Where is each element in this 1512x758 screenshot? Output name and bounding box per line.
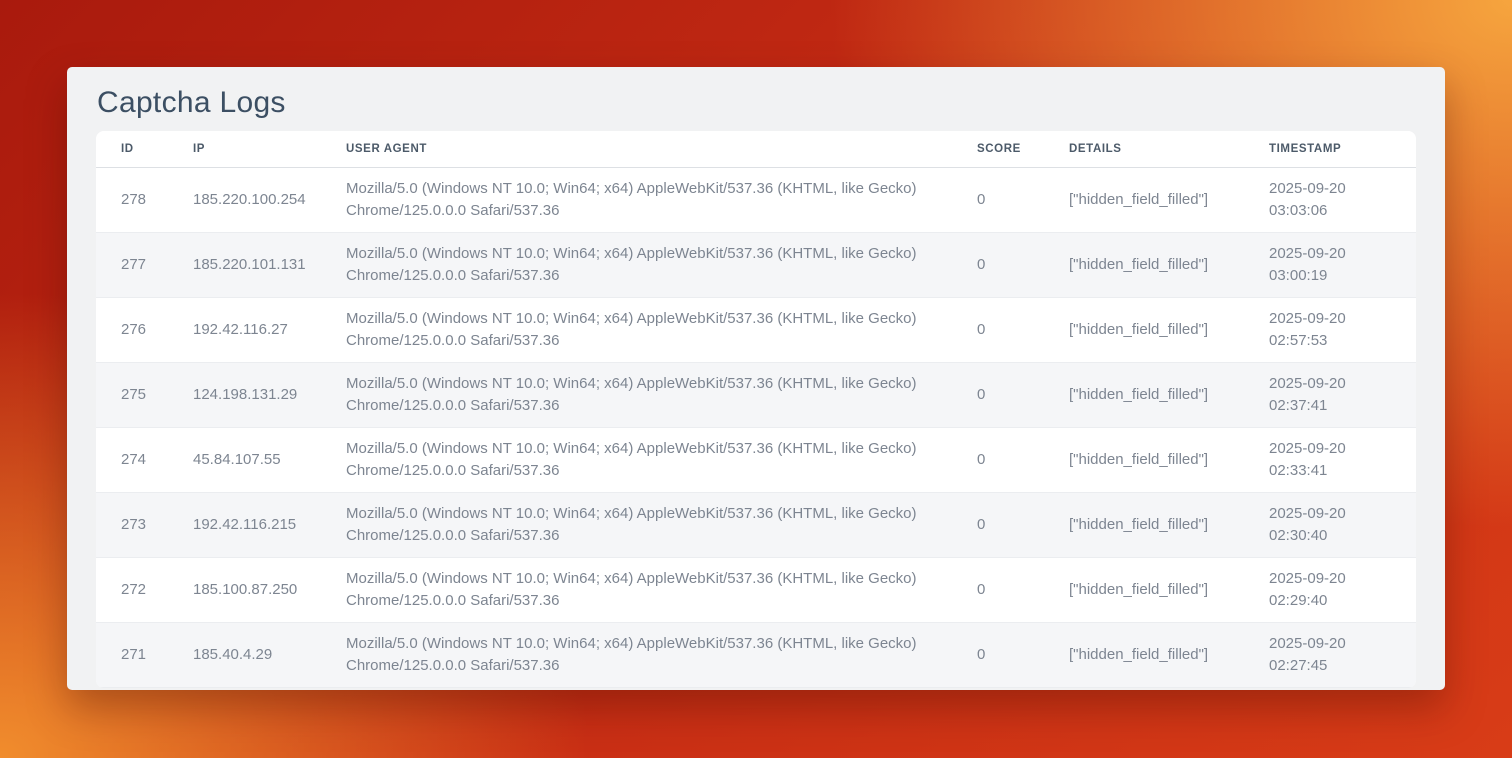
captcha-logs-card: Captcha Logs ID IP USER AGENT SCORE DETA… [67, 67, 1445, 690]
cell-score: 0 [977, 623, 1069, 688]
cell-ip: 185.220.101.131 [193, 233, 346, 298]
cell-id: 271 [96, 623, 193, 688]
cell-ip: 185.220.100.254 [193, 168, 346, 233]
cell-score: 0 [977, 298, 1069, 363]
cell-details: ["hidden_field_filled"] [1069, 298, 1269, 363]
cell-user-agent: Mozilla/5.0 (Windows NT 10.0; Win64; x64… [346, 493, 977, 558]
cell-details: ["hidden_field_filled"] [1069, 363, 1269, 428]
cell-user-agent: Mozilla/5.0 (Windows NT 10.0; Win64; x64… [346, 168, 977, 233]
cell-id: 276 [96, 298, 193, 363]
cell-score: 0 [977, 558, 1069, 623]
table-header-row: ID IP USER AGENT SCORE DETAILS TIMESTAMP [96, 131, 1416, 168]
cell-ip: 45.84.107.55 [193, 428, 346, 493]
table-header: ID IP USER AGENT SCORE DETAILS TIMESTAMP [96, 131, 1416, 168]
table-row: 278 185.220.100.254 Mozilla/5.0 (Windows… [96, 168, 1416, 233]
cell-timestamp: 2025-09-20 02:29:40 [1269, 558, 1416, 623]
cell-timestamp: 2025-09-20 02:33:41 [1269, 428, 1416, 493]
table-row: 276 192.42.116.27 Mozilla/5.0 (Windows N… [96, 298, 1416, 363]
cell-id: 275 [96, 363, 193, 428]
cell-score: 0 [977, 363, 1069, 428]
cell-ip: 192.42.116.215 [193, 493, 346, 558]
cell-details: ["hidden_field_filled"] [1069, 493, 1269, 558]
column-header-ip: IP [193, 131, 346, 168]
cell-details: ["hidden_field_filled"] [1069, 428, 1269, 493]
cell-score: 0 [977, 493, 1069, 558]
cell-score: 0 [977, 233, 1069, 298]
cell-user-agent: Mozilla/5.0 (Windows NT 10.0; Win64; x64… [346, 363, 977, 428]
column-header-details: DETAILS [1069, 131, 1269, 168]
cell-timestamp: 2025-09-20 02:37:41 [1269, 363, 1416, 428]
cell-id: 273 [96, 493, 193, 558]
table-row: 275 124.198.131.29 Mozilla/5.0 (Windows … [96, 363, 1416, 428]
cell-user-agent: Mozilla/5.0 (Windows NT 10.0; Win64; x64… [346, 298, 977, 363]
cell-timestamp: 2025-09-20 02:57:53 [1269, 298, 1416, 363]
cell-timestamp: 2025-09-20 02:30:40 [1269, 493, 1416, 558]
column-header-score: SCORE [977, 131, 1069, 168]
logs-table: ID IP USER AGENT SCORE DETAILS TIMESTAMP… [96, 131, 1416, 688]
cell-id: 278 [96, 168, 193, 233]
cell-ip: 185.100.87.250 [193, 558, 346, 623]
table-row: 277 185.220.101.131 Mozilla/5.0 (Windows… [96, 233, 1416, 298]
table-row: 272 185.100.87.250 Mozilla/5.0 (Windows … [96, 558, 1416, 623]
cell-ip: 192.42.116.27 [193, 298, 346, 363]
column-header-user-agent: USER AGENT [346, 131, 977, 168]
cell-id: 274 [96, 428, 193, 493]
cell-details: ["hidden_field_filled"] [1069, 233, 1269, 298]
cell-user-agent: Mozilla/5.0 (Windows NT 10.0; Win64; x64… [346, 623, 977, 688]
cell-user-agent: Mozilla/5.0 (Windows NT 10.0; Win64; x64… [346, 233, 977, 298]
cell-user-agent: Mozilla/5.0 (Windows NT 10.0; Win64; x64… [346, 428, 977, 493]
cell-details: ["hidden_field_filled"] [1069, 623, 1269, 688]
table-row: 271 185.40.4.29 Mozilla/5.0 (Windows NT … [96, 623, 1416, 688]
cell-score: 0 [977, 428, 1069, 493]
cell-score: 0 [977, 168, 1069, 233]
logs-table-container: ID IP USER AGENT SCORE DETAILS TIMESTAMP… [96, 131, 1416, 688]
page-title: Captcha Logs [97, 83, 1415, 123]
cell-user-agent: Mozilla/5.0 (Windows NT 10.0; Win64; x64… [346, 558, 977, 623]
table-row: 274 45.84.107.55 Mozilla/5.0 (Windows NT… [96, 428, 1416, 493]
cell-ip: 124.198.131.29 [193, 363, 346, 428]
column-header-id: ID [96, 131, 193, 168]
cell-details: ["hidden_field_filled"] [1069, 168, 1269, 233]
column-header-timestamp: TIMESTAMP [1269, 131, 1416, 168]
table-body: 278 185.220.100.254 Mozilla/5.0 (Windows… [96, 168, 1416, 688]
cell-details: ["hidden_field_filled"] [1069, 558, 1269, 623]
table-row: 273 192.42.116.215 Mozilla/5.0 (Windows … [96, 493, 1416, 558]
cell-id: 277 [96, 233, 193, 298]
cell-timestamp: 2025-09-20 03:03:06 [1269, 168, 1416, 233]
cell-ip: 185.40.4.29 [193, 623, 346, 688]
cell-timestamp: 2025-09-20 03:00:19 [1269, 233, 1416, 298]
cell-id: 272 [96, 558, 193, 623]
cell-timestamp: 2025-09-20 02:27:45 [1269, 623, 1416, 688]
